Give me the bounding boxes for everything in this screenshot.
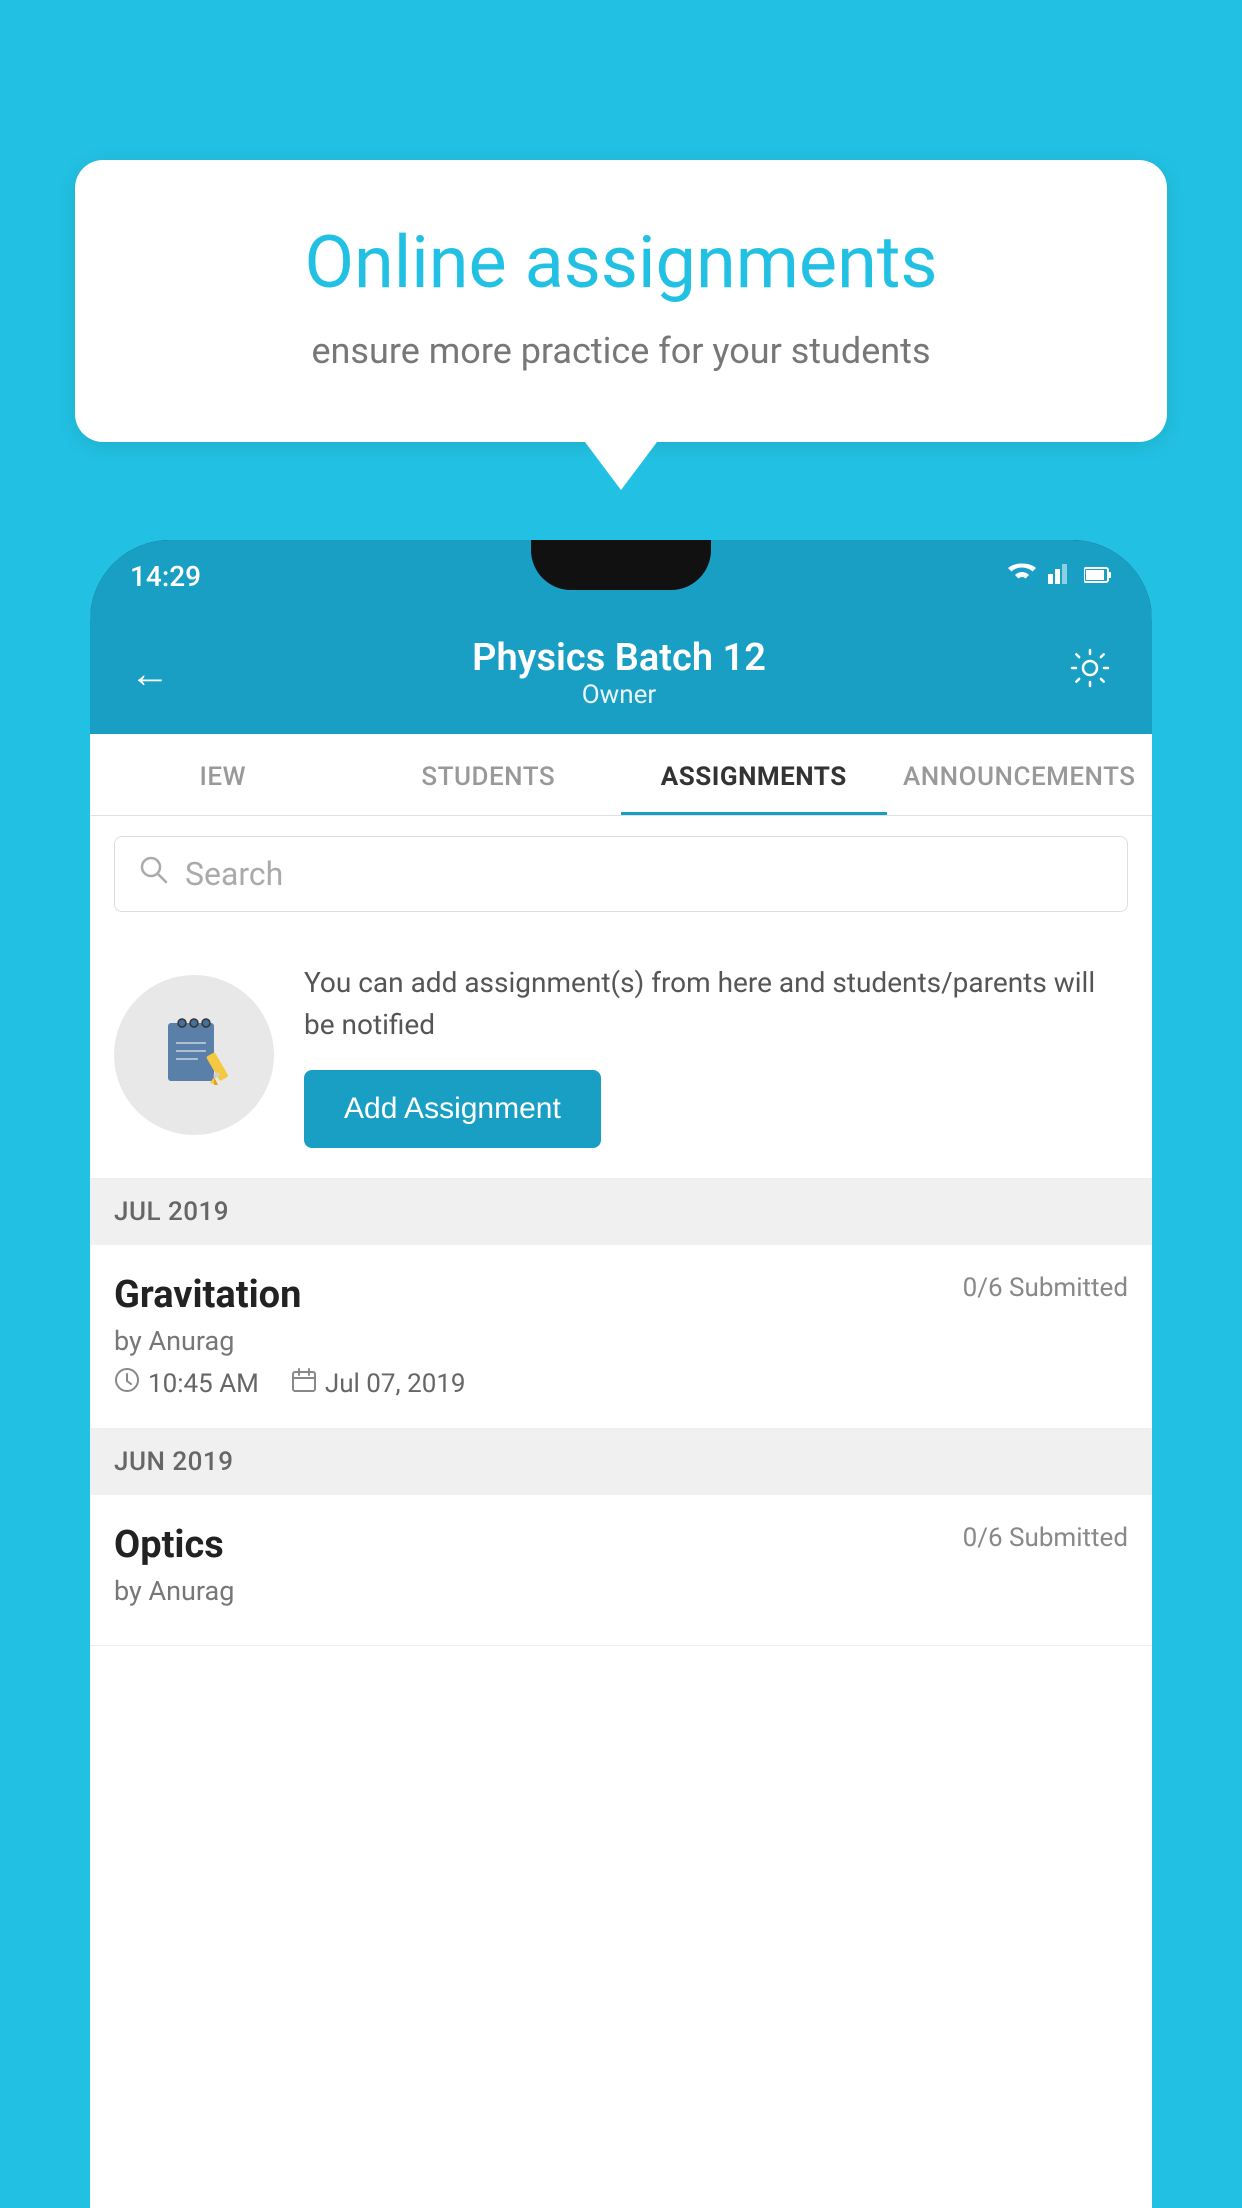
add-assignment-promo: You can add assignment(s) from here and … (90, 932, 1152, 1179)
assignment-item-gravitation[interactable]: Gravitation 0/6 Submitted by Anurag 10:4… (90, 1245, 1152, 1429)
status-time: 14:29 (130, 560, 201, 593)
promo-content: You can add assignment(s) from here and … (304, 962, 1128, 1148)
clock-icon (114, 1367, 140, 1400)
header-subtitle: Owner (472, 680, 766, 710)
section-header-jul: JUL 2019 (90, 1179, 1152, 1245)
search-container: Search (90, 816, 1152, 932)
app-header: ← Physics Batch 12 Owner (90, 612, 1152, 734)
speech-bubble-card: Online assignments ensure more practice … (75, 160, 1167, 442)
header-title: Physics Batch 12 (472, 636, 766, 680)
phone-notch (531, 540, 711, 590)
calendar-icon (291, 1367, 317, 1400)
tab-iew[interactable]: IEW (90, 734, 356, 815)
assignment-meta: 10:45 AM Jul 07, 2019 (114, 1367, 1128, 1400)
promo-icon-circle (114, 975, 274, 1135)
back-button[interactable]: ← (130, 650, 170, 697)
tab-students[interactable]: STUDENTS (356, 734, 622, 815)
assignment-title: Gravitation (114, 1273, 301, 1317)
search-bar[interactable]: Search (114, 836, 1128, 912)
status-bar: 14:29 (90, 540, 1152, 612)
status-icons (1008, 562, 1112, 590)
section-header-jun: JUN 2019 (90, 1429, 1152, 1495)
header-title-area: Physics Batch 12 Owner (472, 636, 766, 710)
settings-button[interactable] (1068, 646, 1112, 700)
phone-frame: 14:29 (90, 540, 1152, 2208)
signal-icon (1048, 562, 1072, 590)
assignment-date-value: Jul 07, 2019 (325, 1369, 466, 1399)
tab-assignments[interactable]: ASSIGNMENTS (621, 734, 887, 815)
phone-screen: ← Physics Batch 12 Owner IEW STUDENTS AS… (90, 612, 1152, 2208)
assignment-time: 10:45 AM (114, 1367, 259, 1400)
search-icon (139, 855, 169, 893)
assignment-item-optics[interactable]: Optics 0/6 Submitted by Anurag (90, 1495, 1152, 1646)
wifi-icon (1008, 562, 1036, 590)
add-assignment-button[interactable]: Add Assignment (304, 1070, 601, 1148)
assignment-time-value: 10:45 AM (148, 1369, 259, 1399)
assignment-submitted: 0/6 Submitted (963, 1273, 1128, 1303)
speech-bubble-title: Online assignments (145, 220, 1097, 306)
battery-icon (1084, 562, 1112, 590)
assignment-date: Jul 07, 2019 (291, 1367, 466, 1400)
promo-text: You can add assignment(s) from here and … (304, 962, 1128, 1046)
search-placeholder: Search (185, 855, 283, 893)
speech-bubble-subtitle: ensure more practice for your students (145, 330, 1097, 372)
notebook-icon (154, 1015, 234, 1095)
assignment-top-row: Gravitation 0/6 Submitted (114, 1273, 1128, 1317)
tab-announcements[interactable]: ANNOUNCEMENTS (887, 734, 1153, 815)
assignment-author-optics: by Anurag (114, 1575, 1128, 1607)
assignment-author: by Anurag (114, 1325, 1128, 1357)
assignment-submitted-optics: 0/6 Submitted (963, 1523, 1128, 1553)
assignment-top-row-optics: Optics 0/6 Submitted (114, 1523, 1128, 1567)
tabs-bar: IEW STUDENTS ASSIGNMENTS ANNOUNCEMENTS (90, 734, 1152, 816)
assignment-title-optics: Optics (114, 1523, 224, 1567)
